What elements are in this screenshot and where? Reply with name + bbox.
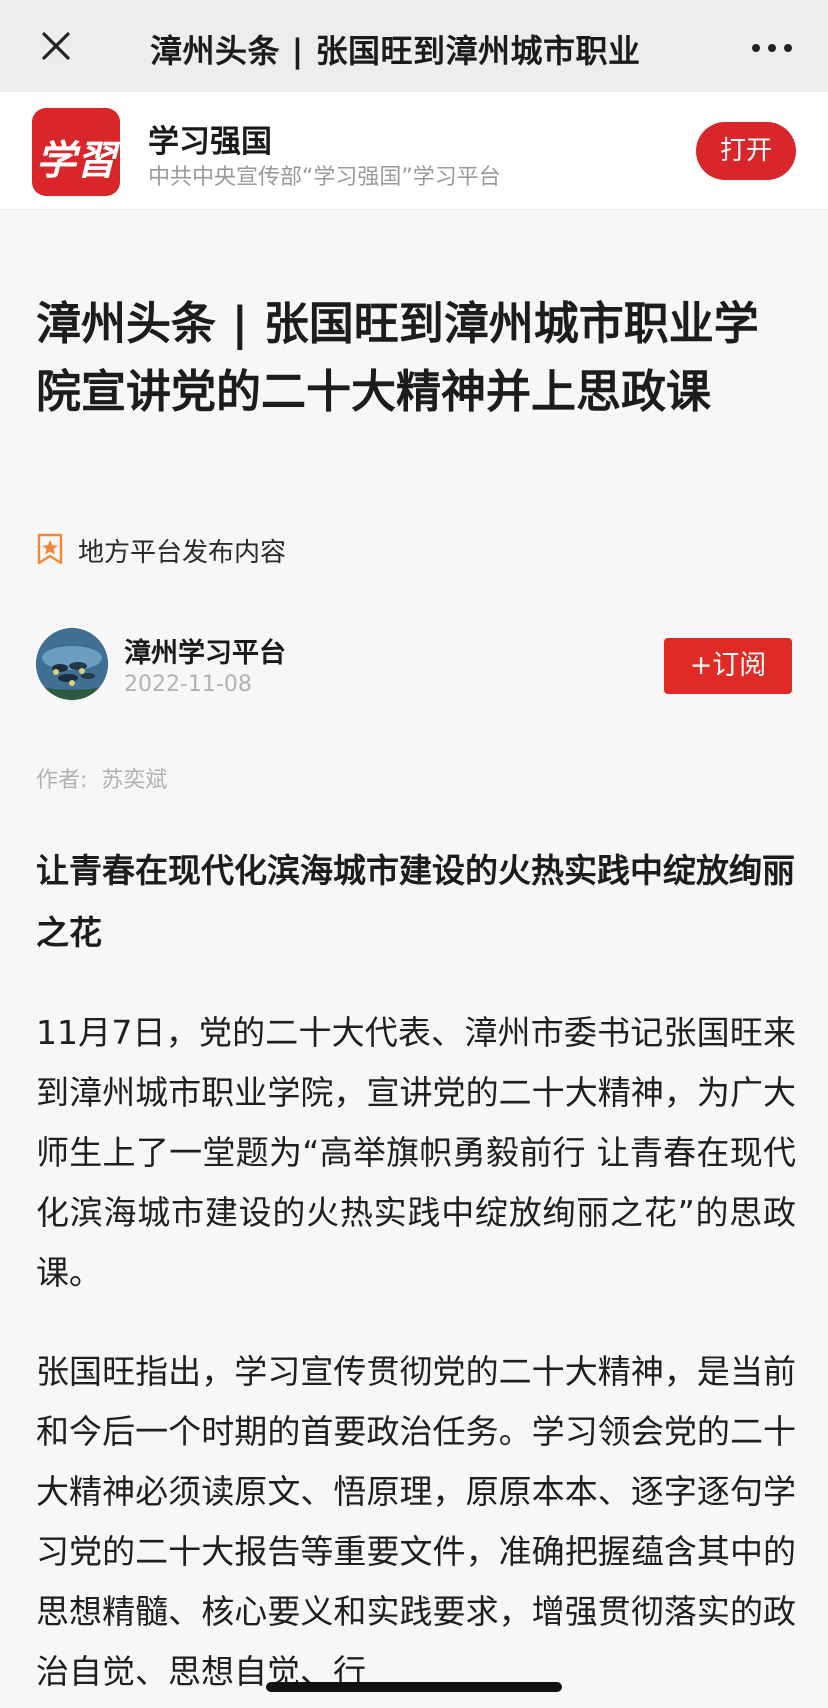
publisher-avatar[interactable] (36, 628, 108, 700)
star-badge-icon (37, 533, 63, 565)
article-subheading: 让青春在现代化滨海城市建设的火热实践中绽放绚丽之花 (36, 851, 795, 952)
author-byline: 作者: 苏奕斌 (36, 762, 167, 794)
article-paragraph: 11月7日，党的二十大代表、漳州市委书记张国旺来到漳州城市职业学院，宣讲党的二十… (36, 1013, 796, 1292)
app-logo-text: 学習 (36, 137, 116, 184)
open-app-button[interactable]: 打开 (696, 122, 796, 180)
app-name: 学习强国 (148, 124, 272, 160)
app-logo: 学習 (32, 108, 120, 196)
page-title: 漳州头条 | 张国旺到漳州城市职业 (150, 32, 641, 70)
top-navigation-bar: 漳州头条 | 张国旺到漳州城市职业 (0, 0, 828, 92)
article-paragraph: 张国旺指出，学习宣传贯彻党的二十大精神，是当前和今后一个时期的首要政治任务。学习… (36, 1352, 796, 1691)
subscribe-button[interactable]: +订阅 (664, 638, 792, 694)
byline-author: 苏奕斌 (101, 768, 168, 793)
app-subtitle: 中共中央宣传部“学习强国”学习平台 (148, 165, 501, 190)
byline-label: 作者: (36, 768, 88, 793)
publish-date: 2022-11-08 (124, 672, 252, 697)
more-dots-icon[interactable] (748, 28, 796, 68)
publisher-name[interactable]: 漳州学习平台 (124, 631, 286, 670)
source-tag-label: 地方平台发布内容 (78, 538, 287, 568)
close-icon[interactable] (36, 26, 76, 66)
publisher-row: 漳州学习平台 2022-11-08 +订阅 (36, 628, 792, 704)
article-title: 漳州头条 | 张国旺到漳州城市职业学院宣讲党的二十大精神并上思政课 (36, 297, 759, 418)
home-indicator[interactable] (266, 1682, 562, 1692)
app-promo-banner: 学習 学习强国 中共中央宣传部“学习强国”学习平台 打开 (0, 92, 828, 210)
